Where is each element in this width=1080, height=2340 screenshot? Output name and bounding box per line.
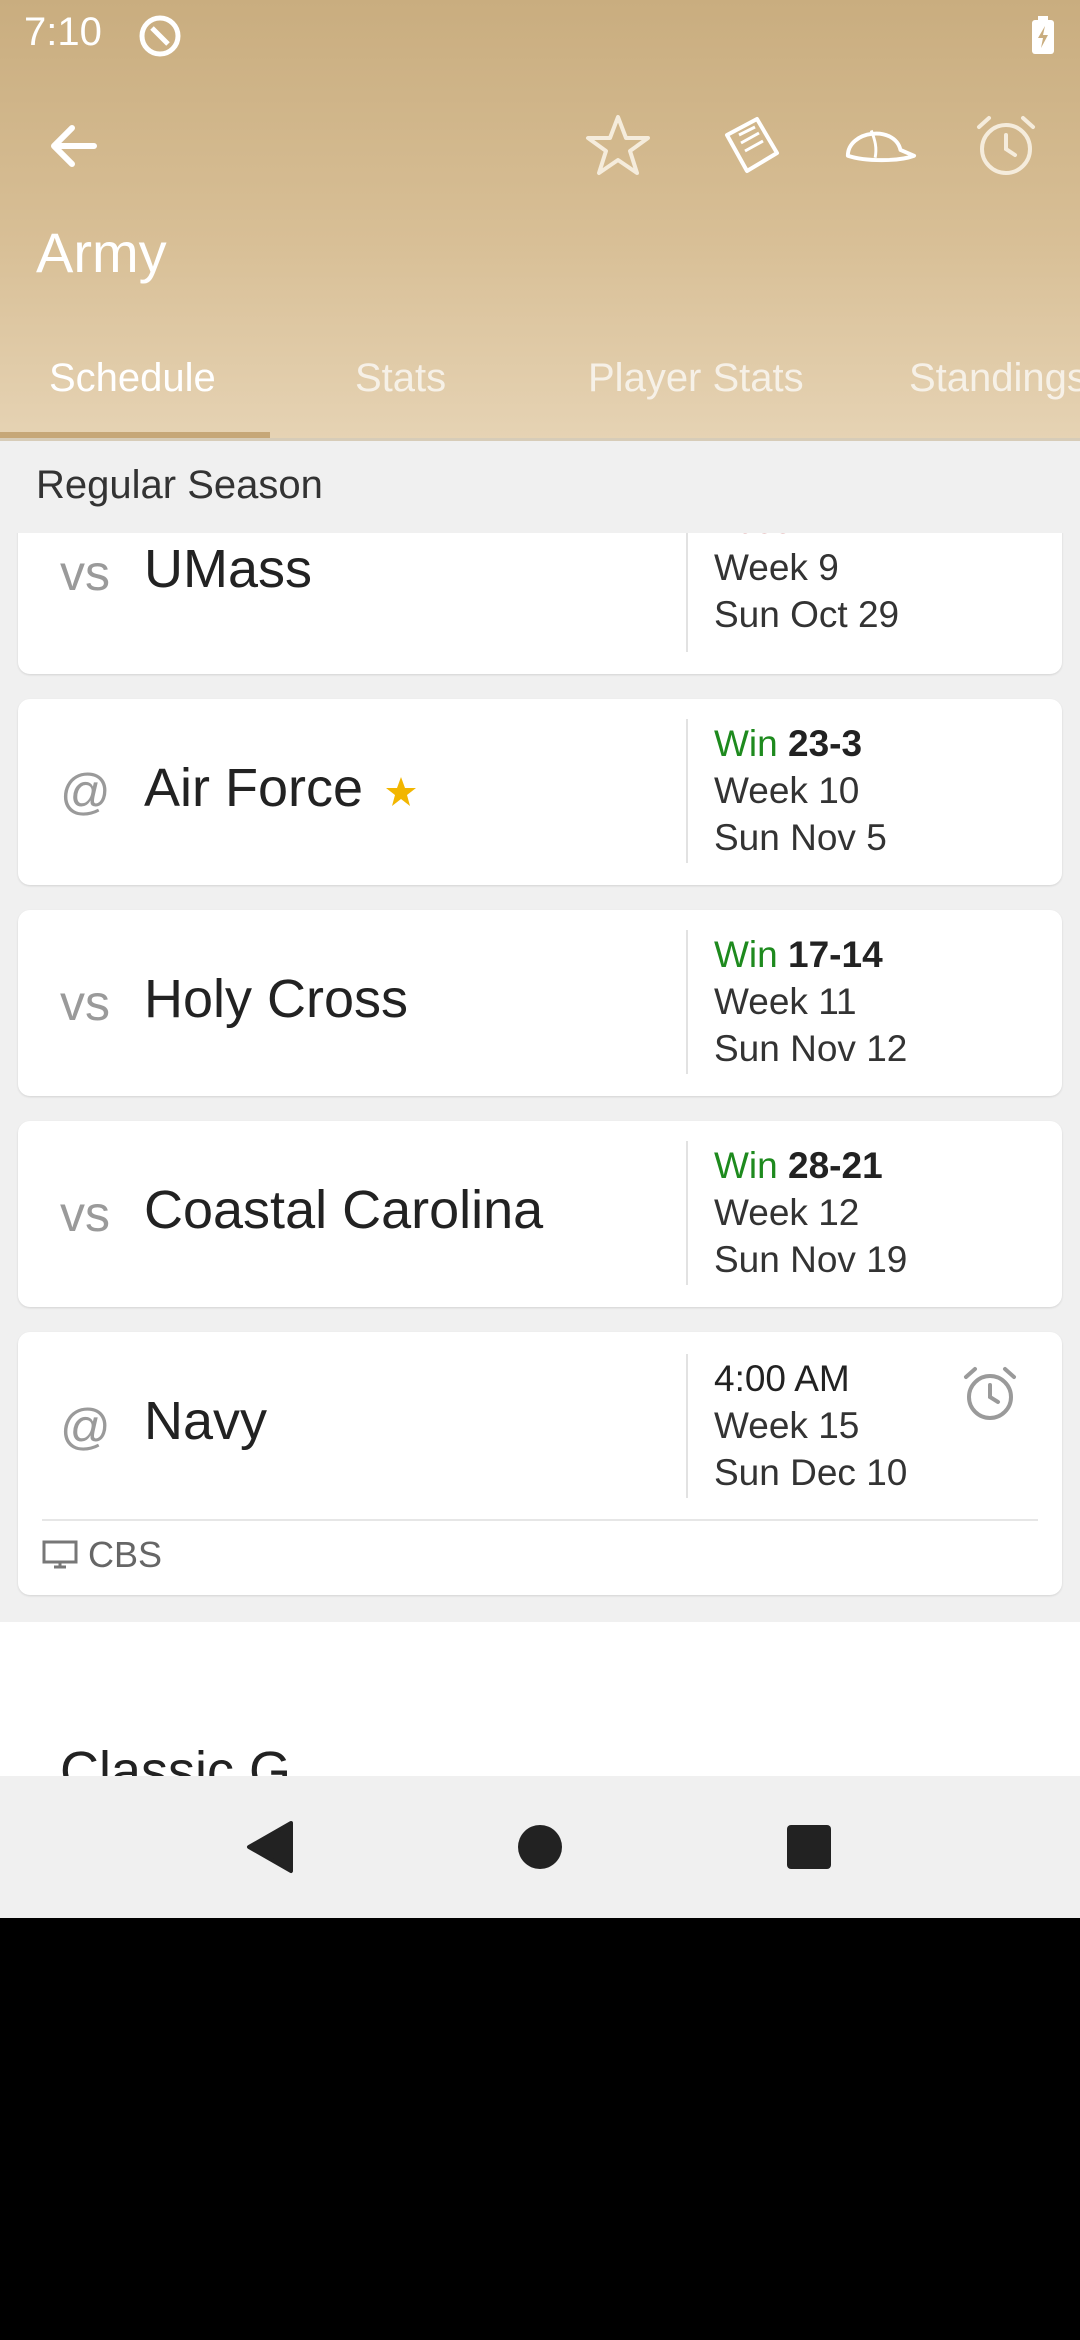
favorite-button[interactable] [580,108,656,184]
result-score: 28-21 [788,1145,883,1186]
app-bar: 7:10 Army Schedule Stats Player Stats St… [0,0,1080,440]
card-divider [686,1354,688,1498]
star-filled-icon [386,776,417,806]
status-time: 7:10 [24,10,102,54]
game-week: Week 10 [714,770,860,811]
game-prefix: @ [60,1399,111,1455]
nav-home-icon [518,1825,562,1869]
opponent-name-row: Air Force [144,757,418,819]
opponent-name: Coastal Carolina [144,1180,544,1240]
game-card-coastal-carolina[interactable]: vs Coastal Carolina Win 28-21 Week 12 Su… [18,1121,1062,1307]
star-outline-icon [586,115,650,175]
set-reminder-button[interactable] [960,1364,1020,1429]
game-prefix: vs [60,975,110,1031]
game-time: 4:00 AM [714,1358,850,1399]
game-result: Win 17-14 [714,934,883,976]
alarm-icon [977,116,1035,175]
cap-icon [845,129,917,163]
game-prefix: @ [60,764,111,820]
result-word: Win [714,723,778,764]
game-card-navy[interactable]: @ Navy 4:00 AM Week 15 Sun Dec 10 CBS [18,1332,1062,1595]
back-arrow-icon [51,125,97,167]
tab-bar: Schedule Stats Player Stats Standings [0,340,1080,440]
game-result: Win 28-21 [714,1145,883,1187]
result-score: 17-14 [788,934,883,975]
tab-schedule[interactable]: Schedule [49,356,216,401]
tab-player-stats[interactable]: Player Stats [588,356,804,401]
opponent-name: Air Force [144,758,364,818]
game-card-umass[interactable]: vs UMass Loss 14-21 Week 9 Sun Oct 29 [18,533,1062,674]
schedule-list: vs UMass Loss 14-21 Week 9 Sun Oct 29 @ … [0,533,1080,1618]
battery-icon [1032,16,1054,54]
page-title: Army [36,221,167,284]
section-header: Regular Season [0,441,1080,533]
card-divider [686,533,688,652]
nav-back-icon [247,1821,293,1873]
card-divider-horizontal [42,1519,1038,1521]
game-result: Loss 14-21 [714,533,897,542]
game-prefix: vs [60,1186,110,1242]
tv-icon [42,1540,78,1569]
tab-stats[interactable]: Stats [355,356,446,401]
next-section-title: Classic G [60,1741,292,1776]
game-card-air-force[interactable]: @ Air Force Win 23-3 Week 10 Sun Nov 5 [18,699,1062,885]
opponent-name: Navy [144,1391,268,1451]
alarm-button[interactable] [968,108,1044,184]
result-word: Win [714,934,778,975]
back-button[interactable] [36,108,112,184]
network-name: CBS [88,1534,163,1575]
result-score: 14-21 [802,533,897,541]
game-date: Sun Nov 12 [714,1028,908,1069]
tab-standings[interactable]: Standings [909,356,1080,401]
game-date: Sun Dec 10 [714,1452,908,1493]
result-score: 23-3 [788,723,863,764]
card-divider [686,930,688,1074]
team-gear-button[interactable] [842,108,918,184]
next-section-card: Classic G [0,1622,1080,1776]
game-result: Win 23-3 [714,723,862,765]
section-title: Regular Season [36,463,323,507]
opponent-name: Holy Cross [144,969,409,1029]
card-divider [686,1141,688,1285]
screen: 7:10 Army Schedule Stats Player Stats St… [0,0,1080,1918]
game-week: Week 11 [714,981,857,1022]
game-week: Week 12 [714,1192,860,1233]
opponent-name: UMass [144,539,313,599]
nav-recents-button[interactable] [774,1812,844,1882]
system-nav-bar [0,1776,1080,1918]
game-week: Week 9 [714,547,839,588]
game-prefix: vs [60,545,110,601]
status-app-icon [139,15,181,57]
nav-back-button[interactable] [234,1812,304,1882]
result-word: Win [714,1145,778,1186]
nav-home-button[interactable] [505,1812,575,1882]
game-date: Sun Nov 19 [714,1239,908,1280]
game-date: Sun Oct 29 [714,594,900,635]
game-date: Sun Nov 5 [714,817,887,858]
game-week: Week 15 [714,1405,860,1446]
game-card-holy-cross[interactable]: vs Holy Cross Win 17-14 Week 11 Sun Nov … [18,910,1062,1096]
tickets-icon [725,117,779,173]
tickets-button[interactable] [714,108,790,184]
alarm-icon [964,1367,1016,1420]
card-divider [686,719,688,863]
result-word: Loss [714,533,792,541]
tv-network: CBS [42,1534,162,1576]
nav-recents-icon [787,1825,831,1869]
